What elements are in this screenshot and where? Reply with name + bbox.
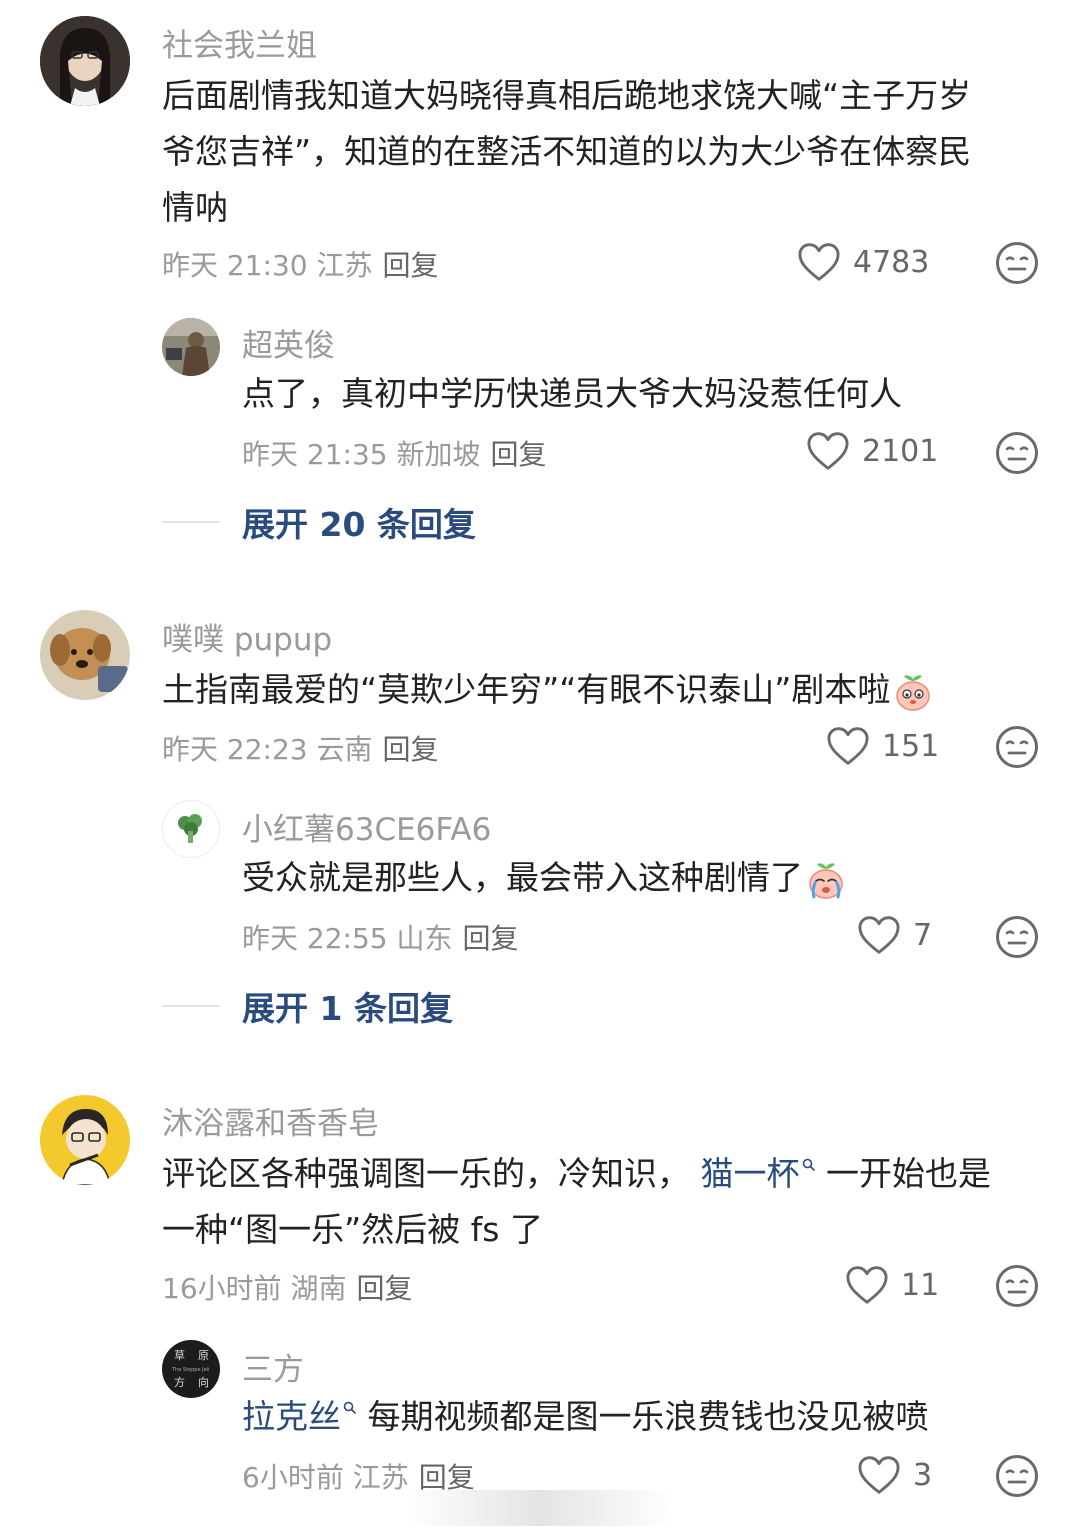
expand-replies[interactable]: 展开 20 条回复 [162, 498, 476, 546]
expand-replies-label[interactable]: 展开 20 条回复 [242, 498, 476, 546]
expand-replies[interactable]: 展开 1 条回复 [162, 982, 453, 1030]
comment-meta: 昨天 22:23 云南 回复 [162, 728, 439, 768]
reply-text-line: 拉克丝 每期视频都是图一乐浪费钱也没见被喷 [242, 1389, 929, 1445]
face-icon[interactable] [995, 915, 1039, 959]
like-count: 3 [913, 1457, 933, 1493]
reply-text: 拉克丝 每期视频都是图一乐浪费钱也没见被喷 [242, 1389, 929, 1445]
mention-name[interactable]: 拉克丝 [242, 1397, 341, 1436]
timestamp-location: 昨天 21:30 江苏 [162, 249, 373, 282]
reply-text: 点了，真初中学历快递员大爷大妈没惹任何人 [242, 366, 902, 422]
heart-icon[interactable] [826, 726, 870, 766]
comment-text-line: 情呐 [162, 188, 228, 227]
like-count: 2101 [862, 433, 939, 469]
reply-button[interactable]: 回复 [491, 438, 547, 471]
mention-link[interactable]: 猫一杯 [701, 1154, 816, 1193]
reply-meta: 昨天 22:55 山东 回复 [242, 917, 519, 957]
avatar[interactable] [162, 800, 220, 858]
reply-text-line: 受众就是那些人，最会带入这种剧情了 [242, 850, 847, 906]
heart-icon[interactable] [845, 1265, 889, 1305]
heart-icon[interactable] [797, 242, 841, 282]
face-icon[interactable] [995, 1454, 1039, 1498]
reply-button[interactable]: 回复 [357, 1272, 413, 1305]
reply-text-line: 点了，真初中学历快递员大爷大妈没惹任何人 [242, 374, 902, 413]
search-icon [802, 1158, 816, 1172]
reply-button[interactable]: 回复 [463, 922, 519, 955]
like-button[interactable]: 4783 [797, 242, 929, 282]
watermark-bar [405, 1490, 675, 1526]
timestamp-location: 16小时前 湖南 [162, 1272, 347, 1305]
username[interactable]: 沐浴露和香香皂 [162, 1098, 379, 1143]
heart-icon[interactable] [806, 431, 850, 471]
like-count: 7 [913, 917, 933, 953]
comment-text-line: 评论区各种强调图一乐的，冷知识， 猫一杯 一开始也是 [162, 1146, 991, 1202]
reply-text: 受众就是那些人，最会带入这种剧情了 [242, 850, 847, 906]
like-button[interactable]: 3 [857, 1455, 932, 1495]
comment-text-line: 一种“图一乐”然后被 fs 了 [162, 1210, 543, 1249]
divider [162, 521, 220, 523]
comment-text-line: 爷您吉祥”，知道的在整活不知道的以为大少爷在体察民 [162, 132, 972, 171]
avatar[interactable] [40, 1095, 130, 1185]
comment-text: 土指南最爱的“莫欺少年穷”“有眼不识泰山”剧本啦 [162, 662, 934, 718]
avatar[interactable] [162, 318, 220, 376]
comment-text-line: 土指南最爱的“莫欺少年穷”“有眼不识泰山”剧本啦 [162, 662, 934, 718]
username[interactable]: 社会我兰姐 [162, 20, 317, 65]
reply-button[interactable]: 回复 [383, 249, 439, 282]
face-icon[interactable] [995, 725, 1039, 769]
expand-replies-label[interactable]: 展开 1 条回复 [242, 982, 453, 1030]
avatar[interactable] [40, 610, 130, 700]
avatar[interactable] [40, 16, 130, 106]
avatar-text: 草 [174, 1349, 185, 1362]
avatar-text: 原 [198, 1349, 209, 1362]
timestamp-location: 昨天 22:55 山东 [242, 922, 453, 955]
avatar-text: 方 [174, 1375, 185, 1389]
divider [162, 1005, 220, 1007]
reply-button[interactable]: 回复 [383, 733, 439, 766]
reply-meta: 昨天 21:35 新加坡 回复 [242, 433, 547, 473]
comment-text: 后面剧情我知道大妈晓得真相后跪地求饶大喊“主子万岁 爷您吉祥”，知道的在整活不知… [162, 68, 971, 236]
timestamp-location: 昨天 21:35 新加坡 [242, 438, 481, 471]
avatar[interactable]: 草 原 The Steppe Jeli 方 向 [162, 1340, 220, 1398]
avatar-text: 向 [198, 1375, 209, 1389]
reply-text-body: 每期视频都是图一乐浪费钱也没见被喷 [367, 1397, 929, 1436]
username[interactable]: 噗噗 pupup [162, 614, 332, 659]
comment-meta: 16小时前 湖南 回复 [162, 1267, 413, 1307]
search-icon [343, 1401, 357, 1415]
peach-emoji [896, 674, 931, 711]
comment-text-body: 评论区各种强调图一乐的，冷知识， [162, 1154, 690, 1193]
reply-text-body: 受众就是那些人，最会带入这种剧情了 [242, 858, 803, 897]
comment-meta: 昨天 21:30 江苏 回复 [162, 244, 439, 284]
like-button[interactable]: 11 [845, 1265, 939, 1305]
mention-link[interactable]: 拉克丝 [242, 1397, 357, 1436]
like-button[interactable]: 7 [857, 915, 932, 955]
comment-text-line: 后面剧情我知道大妈晓得真相后跪地求饶大喊“主子万岁 [162, 76, 972, 115]
timestamp-location: 昨天 22:23 云南 [162, 733, 373, 766]
like-count: 11 [901, 1267, 940, 1303]
timestamp-location: 6小时前 江苏 [242, 1461, 409, 1494]
username[interactable]: 三方 [242, 1344, 304, 1389]
comment-text: 评论区各种强调图一乐的，冷知识， 猫一杯 一开始也是 一种“图一乐”然后被 fs… [162, 1146, 991, 1258]
heart-icon[interactable] [857, 1455, 901, 1495]
face-icon[interactable] [995, 241, 1039, 285]
like-button[interactable]: 151 [826, 726, 939, 766]
face-icon[interactable] [995, 1264, 1039, 1308]
comment-text-body: 一开始也是 [826, 1154, 991, 1193]
username[interactable]: 小红薯63CE6FA6 [242, 804, 491, 849]
crying-emoji [809, 862, 843, 899]
comment-text-body: 土指南最爱的“莫欺少年穷”“有眼不识泰山”剧本啦 [162, 670, 891, 709]
mention-name[interactable]: 猫一杯 [701, 1154, 800, 1193]
like-count: 4783 [853, 244, 930, 280]
username[interactable]: 超英俊 [242, 320, 335, 365]
face-icon[interactable] [995, 431, 1039, 475]
like-count: 151 [882, 728, 940, 764]
heart-icon[interactable] [857, 915, 901, 955]
like-button[interactable]: 2101 [806, 431, 938, 471]
avatar-text: The Steppe Jeli [171, 1367, 209, 1373]
